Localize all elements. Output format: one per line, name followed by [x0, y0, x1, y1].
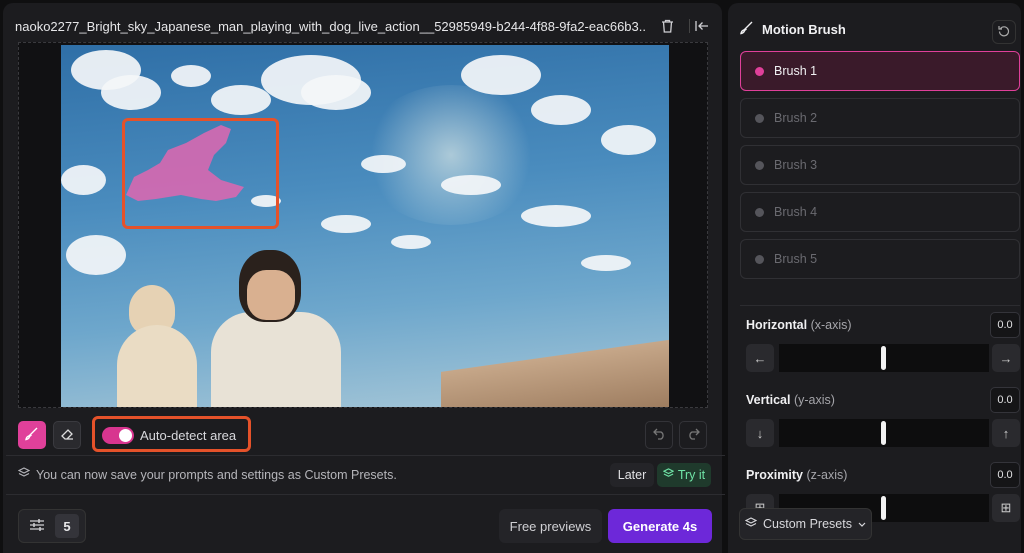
layers-icon: [17, 466, 31, 484]
vertical-value-input[interactable]: 0.0: [990, 387, 1020, 413]
divider: [740, 305, 1020, 306]
horizontal-value-input[interactable]: 0.0: [990, 312, 1020, 338]
brush-label: Brush 3: [774, 158, 818, 172]
arrow-down-button[interactable]: ↓: [746, 419, 774, 447]
brush-option-3[interactable]: Brush 3: [740, 145, 1020, 185]
brush-label: Brush 1: [774, 64, 818, 78]
brush-icon: [25, 427, 39, 444]
custom-presets-label: Custom Presets: [763, 517, 852, 531]
arrow-left-icon: ←: [753, 350, 767, 366]
vertical-axis-label: Vertical (y-axis): [746, 393, 835, 407]
divider: [689, 19, 690, 33]
brush-option-1[interactable]: Brush 1: [740, 51, 1020, 91]
try-it-label: Try it: [677, 468, 706, 482]
arrow-left-button[interactable]: ←: [746, 344, 774, 372]
redo-button[interactable]: [679, 421, 707, 449]
arrow-right-button[interactable]: →: [992, 344, 1020, 372]
horizontal-axis-label: Horizontal (x-axis): [746, 318, 852, 332]
motion-brush-panel: Motion Brush Brush 1 Brush 2 Brush 3 Bru…: [728, 3, 1021, 553]
rock: [441, 338, 669, 407]
brush-label: Brush 5: [774, 252, 818, 266]
panel-title: Motion Brush: [762, 22, 846, 37]
presets-notice: You can now save your prompts and settin…: [17, 463, 718, 487]
file-name: naoko2277_Bright_sky_Japanese_man_playin…: [15, 18, 645, 34]
redo-icon: [687, 427, 700, 443]
editor-panel: naoko2277_Bright_sky_Japanese_man_playin…: [3, 3, 725, 553]
arrow-up-icon: ↑: [1002, 425, 1010, 441]
eraser-button[interactable]: [53, 421, 81, 449]
zoom-in-button[interactable]: ⊞: [992, 494, 1020, 522]
proximity-value-input[interactable]: 0.0: [990, 462, 1020, 488]
layers-icon: [744, 516, 758, 532]
panel-header: Motion Brush: [740, 21, 846, 38]
brush-color-dot: [755, 207, 764, 217]
collapse-left-icon[interactable]: [693, 17, 711, 35]
undo-button[interactable]: [645, 421, 673, 449]
later-button[interactable]: Later: [610, 463, 654, 487]
arrow-right-icon: →: [999, 350, 1013, 366]
free-previews-button[interactable]: Free previews: [499, 509, 602, 543]
brush-label: Brush 4: [774, 205, 818, 219]
slider-thumb[interactable]: [881, 496, 886, 520]
notice-message: You can now save your prompts and settin…: [36, 468, 397, 482]
image-canvas[interactable]: [18, 42, 708, 408]
proximity-axis-label: Proximity (z-axis): [746, 468, 848, 482]
mask-highlight-box: [122, 118, 279, 229]
try-it-button[interactable]: Try it: [657, 463, 711, 487]
slider-thumb[interactable]: [881, 346, 886, 370]
custom-presets-dropdown[interactable]: Custom Presets: [739, 508, 872, 540]
brush-button[interactable]: [18, 421, 46, 449]
brush-color-dot: [755, 160, 764, 170]
reset-button[interactable]: [992, 20, 1016, 44]
chevron-down-icon: [858, 517, 866, 531]
brush-color-dot: [755, 113, 764, 123]
brush-option-4[interactable]: Brush 4: [740, 192, 1020, 232]
brush-label: Brush 2: [774, 111, 818, 125]
brush-toolbar: Auto-detect area: [18, 416, 708, 452]
slider-thumb[interactable]: [881, 421, 886, 445]
brush-option-2[interactable]: Brush 2: [740, 98, 1020, 138]
undo-icon: [652, 427, 666, 443]
eraser-icon: [60, 427, 74, 444]
vertical-slider[interactable]: [779, 419, 989, 447]
person: [211, 250, 341, 407]
divider: [6, 455, 725, 456]
arrow-down-icon: ↓: [756, 425, 764, 441]
horizontal-slider[interactable]: [779, 344, 989, 372]
arrow-up-button[interactable]: ↑: [992, 419, 1020, 447]
trash-icon[interactable]: [658, 17, 676, 35]
settings-sliders-icon: [29, 518, 45, 534]
brush-color-dot: [755, 254, 764, 264]
reset-icon: [998, 25, 1010, 40]
file-bar: naoko2277_Bright_sky_Japanese_man_playin…: [15, 15, 715, 37]
brush-option-5[interactable]: Brush 5: [740, 239, 1020, 279]
brush-icon: [740, 21, 754, 38]
generate-button[interactable]: Generate 4s: [608, 509, 712, 543]
dog: [109, 285, 209, 407]
toggle-highlight-box: [92, 416, 251, 452]
divider: [6, 494, 725, 495]
brush-color-dot: [755, 66, 764, 76]
layers-icon: [662, 468, 675, 482]
generation-count[interactable]: 5: [18, 509, 86, 543]
count-value: 5: [55, 514, 79, 538]
grid-large-icon: ⊞: [1000, 500, 1012, 515]
